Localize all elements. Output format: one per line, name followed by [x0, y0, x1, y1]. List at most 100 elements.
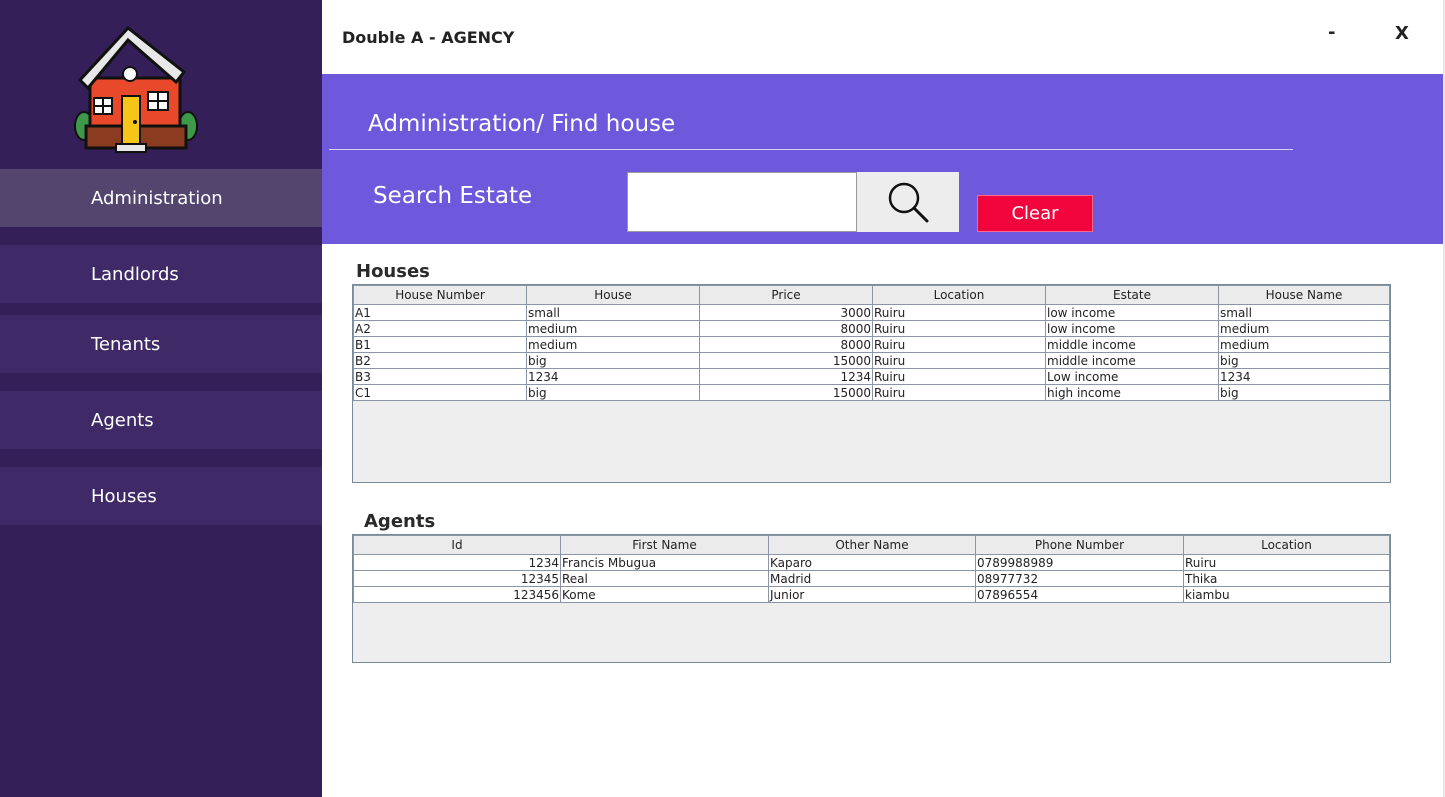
table-row[interactable]: 123456 Kome Junior 07896554 kiambu — [353, 586, 1390, 603]
column-header[interactable]: Other Name — [768, 535, 976, 555]
table-cell: 08977732 — [975, 570, 1184, 587]
table-row[interactable]: 1234 Francis Mbugua Kaparo 0789988989 Ru… — [353, 554, 1390, 571]
table-cell: A1 — [353, 304, 527, 321]
table-row[interactable]: A1 small 3000 Ruiru low income small — [353, 304, 1390, 321]
table-cell: B2 — [353, 352, 527, 369]
table-cell: medium — [526, 336, 700, 353]
table-cell: Real — [560, 570, 769, 587]
search-button[interactable] — [857, 172, 959, 232]
column-header[interactable]: House Name — [1218, 285, 1390, 305]
page-title: Administration/ Find house — [368, 111, 676, 137]
column-header[interactable]: Id — [353, 535, 561, 555]
table-cell: low income — [1045, 320, 1219, 337]
table-cell: high income — [1045, 384, 1219, 401]
column-header[interactable]: Price — [699, 285, 873, 305]
sidebar-item-administration[interactable]: Administration — [0, 169, 322, 227]
table-cell: Kome — [560, 586, 769, 603]
sidebar-item-label: Landlords — [91, 263, 179, 285]
sidebar-item-label: Tenants — [91, 333, 161, 355]
table-cell: 07896554 — [975, 586, 1184, 603]
table-cell: 8000 — [699, 320, 873, 337]
table-cell: B3 — [353, 368, 527, 385]
search-header: Administration/ Find house Search Estate… — [322, 74, 1443, 244]
clear-button[interactable]: Clear — [977, 195, 1093, 232]
table-cell: medium — [1218, 320, 1390, 337]
table-cell: Ruiru — [872, 336, 1046, 353]
table-cell: Ruiru — [872, 384, 1046, 401]
table-cell: 0789988989 — [975, 554, 1184, 571]
table-header-row: House Number House Price Location Estate… — [353, 285, 1390, 305]
table-cell: big — [526, 384, 700, 401]
table-row[interactable]: B1 medium 8000 Ruiru middle income mediu… — [353, 336, 1390, 353]
table-cell: Francis Mbugua — [560, 554, 769, 571]
table-cell: 15000 — [699, 384, 873, 401]
table-cell: Madrid — [768, 570, 976, 587]
table-cell: 1234 — [526, 368, 700, 385]
column-header[interactable]: First Name — [560, 535, 769, 555]
search-icon — [888, 182, 929, 223]
column-header[interactable]: Location — [872, 285, 1046, 305]
search-input[interactable] — [627, 172, 857, 232]
houses-table[interactable]: House Number House Price Location Estate… — [352, 284, 1391, 483]
table-cell: Ruiru — [872, 304, 1046, 321]
table-cell: middle income — [1045, 336, 1219, 353]
table-cell: 1234 — [699, 368, 873, 385]
table-row[interactable]: B2 big 15000 Ruiru middle income big — [353, 352, 1390, 369]
sidebar-item-label: Houses — [91, 485, 157, 507]
minimize-button[interactable]: - — [1328, 22, 1335, 43]
table-cell: low income — [1045, 304, 1219, 321]
table-cell: B1 — [353, 336, 527, 353]
sidebar: Administration Landlords Tenants Agents … — [0, 0, 322, 797]
table-cell: Thika — [1183, 570, 1390, 587]
table-cell: A2 — [353, 320, 527, 337]
table-cell: 1234 — [1218, 368, 1390, 385]
sidebar-item-landlords[interactable]: Landlords — [0, 245, 322, 303]
table-cell: 123456 — [353, 586, 561, 603]
column-header[interactable]: House Number — [353, 285, 527, 305]
houses-section-title: Houses — [356, 261, 430, 282]
house-logo-icon — [74, 25, 198, 153]
table-row[interactable]: B3 1234 1234 Ruiru Low income 1234 — [353, 368, 1390, 385]
table-cell: kiambu — [1183, 586, 1390, 603]
table-row[interactable]: 12345 Real Madrid 08977732 Thika — [353, 570, 1390, 587]
sidebar-item-label: Agents — [91, 409, 154, 431]
table-cell: 1234 — [353, 554, 561, 571]
table-cell: Ruiru — [872, 320, 1046, 337]
table-row[interactable]: C1 big 15000 Ruiru high income big — [353, 384, 1390, 401]
search-label: Search Estate — [373, 183, 533, 209]
table-cell: big — [526, 352, 700, 369]
title-bar: Double A - AGENCY - X — [322, 4, 1445, 74]
table-cell: 15000 — [699, 352, 873, 369]
divider — [329, 149, 1293, 150]
table-cell: big — [1218, 352, 1390, 369]
table-cell: Kaparo — [768, 554, 976, 571]
table-cell: Ruiru — [1183, 554, 1390, 571]
table-cell: small — [526, 304, 700, 321]
table-cell: 12345 — [353, 570, 561, 587]
table-cell: small — [1218, 304, 1390, 321]
table-cell: Ruiru — [872, 352, 1046, 369]
table-cell: 8000 — [699, 336, 873, 353]
table-cell: medium — [1218, 336, 1390, 353]
column-header[interactable]: Phone Number — [975, 535, 1184, 555]
sidebar-item-houses[interactable]: Houses — [0, 467, 322, 525]
table-row[interactable]: A2 medium 8000 Ruiru low income medium — [353, 320, 1390, 337]
sidebar-item-agents[interactable]: Agents — [0, 391, 322, 449]
agents-table[interactable]: Id First Name Other Name Phone Number Lo… — [352, 534, 1391, 663]
app-title: Double A - AGENCY — [342, 28, 515, 47]
table-cell: C1 — [353, 384, 527, 401]
table-cell: big — [1218, 384, 1390, 401]
column-header[interactable]: House — [526, 285, 700, 305]
column-header[interactable]: Estate — [1045, 285, 1219, 305]
app-window: Administration Landlords Tenants Agents … — [0, 0, 1445, 797]
table-header-row: Id First Name Other Name Phone Number Lo… — [353, 535, 1390, 555]
table-cell: middle income — [1045, 352, 1219, 369]
table-cell: Ruiru — [872, 368, 1046, 385]
close-button[interactable]: X — [1395, 23, 1409, 44]
table-cell: Junior — [768, 586, 976, 603]
table-cell: Low income — [1045, 368, 1219, 385]
sidebar-item-tenants[interactable]: Tenants — [0, 315, 322, 373]
table-cell: 3000 — [699, 304, 873, 321]
agents-section-title: Agents — [364, 511, 436, 532]
column-header[interactable]: Location — [1183, 535, 1390, 555]
